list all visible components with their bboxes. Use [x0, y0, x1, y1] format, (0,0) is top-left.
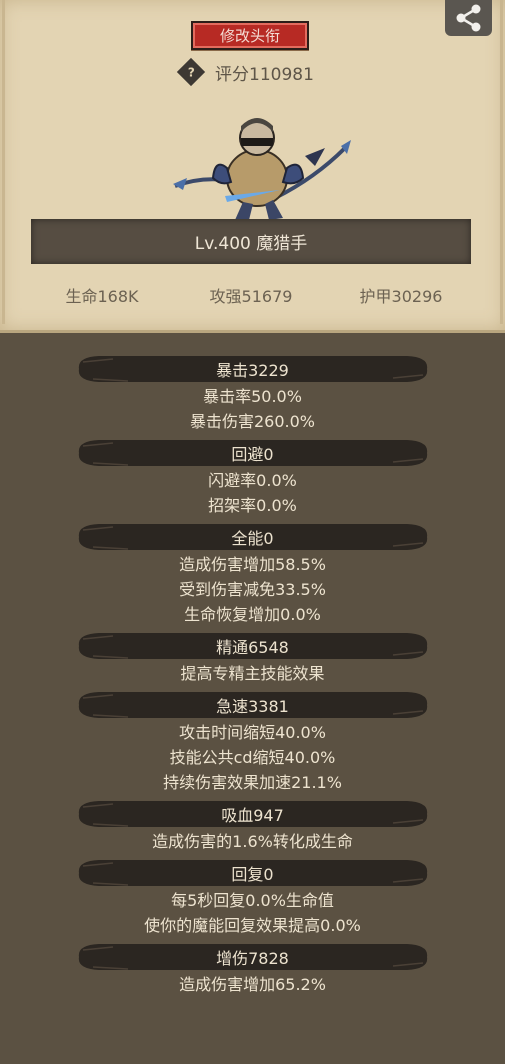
score-text: 评分110981	[215, 64, 314, 85]
stat-group-title: 全能0	[231, 529, 274, 548]
stat-detail-line: 暴击伤害260.0%	[189, 412, 315, 431]
stat-detail-line: 技能公共cd缩短40.0%	[169, 748, 336, 767]
share-button[interactable]	[445, 0, 492, 36]
stat-group: 增伤7828 造成伤害增加65.2%	[0, 942, 505, 997]
secondary-stats-list: 暴击3229 暴击率50.0% 暴击伤害260.0% 回避0 闪避率0.0% 招架率0.0…	[0, 354, 505, 1001]
stat-detail-line: 攻击时间缩短40.0%	[179, 723, 326, 742]
stat-detail-line: 造成伤害增加58.5%	[179, 555, 326, 574]
stat-group: 回复0 每5秒回复0.0%生命值使你的魔能回复效果提高0.0%	[0, 858, 505, 938]
stat-group-title: 回复0	[231, 865, 274, 884]
stat-detail-line: 提高专精主技能效果	[180, 664, 325, 683]
stat-group-header: 全能0	[73, 522, 433, 552]
score-row: ? 评分110981	[176, 57, 314, 87]
base-stats: 生命168K 攻强51679 护甲30296	[0, 283, 505, 309]
stat-group-header: 回复0	[73, 858, 433, 888]
stat-group-header: 增伤7828	[73, 942, 433, 972]
stat-detail-line: 使你的魔能回复效果提高0.0%	[144, 916, 361, 935]
share-icon	[456, 4, 480, 32]
hero-portrait	[173, 118, 351, 220]
stat-group-header: 回避0	[73, 438, 433, 468]
stat-detail-line: 每5秒回复0.0%生命值	[171, 891, 334, 910]
stat-group: 急速3381 攻击时间缩短40.0% 技能公共cd缩短40.0% 持续伤害效果加速21…	[0, 690, 505, 795]
hero-name: Lv.400 魔猎手	[194, 234, 308, 254]
question-diamond-icon[interactable]: ?	[176, 57, 206, 87]
stat-group: 精通6548 提高专精主技能效果	[0, 631, 505, 686]
attack-stat: 攻强51679	[209, 287, 293, 306]
stat-detail-line: 持续伤害效果加速21.1%	[163, 773, 342, 792]
character-panel: 修改头衔 ? 评分110981 Lv.400 魔猎手 生命168K 攻强5167…	[0, 0, 505, 333]
stat-detail-line: 闪避率0.0%	[208, 471, 297, 490]
stat-group-title: 回避0	[231, 445, 274, 464]
stat-detail-line: 造成伤害增加65.2%	[179, 975, 326, 994]
rename-title-label: 修改头衔	[219, 27, 280, 45]
hp-stat: 生命168K	[65, 287, 139, 306]
stat-group: 回避0 闪避率0.0% 招架率0.0%	[0, 438, 505, 518]
stat-group-header: 吸血947	[73, 799, 433, 829]
rename-title-button[interactable]: 修改头衔	[191, 21, 309, 50]
stat-group-header: 精通6548	[73, 631, 433, 661]
stat-detail-line: 受到伤害减免33.5%	[179, 580, 326, 599]
stat-group: 全能0 造成伤害增加58.5% 受到伤害减免33.5% 生命恢复增加0.0%	[0, 522, 505, 627]
stat-group: 吸血947 造成伤害的1.6%转化成生命	[0, 799, 505, 854]
stat-group-title: 增伤7828	[216, 949, 289, 968]
stat-group: 暴击3229 暴击率50.0% 暴击伤害260.0%	[0, 354, 505, 434]
stat-group-header: 急速3381	[73, 690, 433, 720]
stat-detail-line: 生命恢复增加0.0%	[184, 605, 321, 624]
hero-name-banner: Lv.400 魔猎手	[31, 219, 471, 264]
stat-group-title: 急速3381	[216, 697, 289, 716]
stat-detail-line: 暴击率50.0%	[203, 387, 302, 406]
stat-group-header: 暴击3229	[73, 354, 433, 384]
armor-stat: 护甲30296	[359, 287, 443, 306]
stat-group-title: 精通6548	[216, 638, 289, 657]
stat-group-title: 吸血947	[221, 806, 284, 825]
stat-group-title: 暴击3229	[216, 361, 289, 380]
stat-detail-line: 招架率0.0%	[208, 496, 297, 515]
stat-detail-line: 造成伤害的1.6%转化成生命	[152, 832, 353, 851]
